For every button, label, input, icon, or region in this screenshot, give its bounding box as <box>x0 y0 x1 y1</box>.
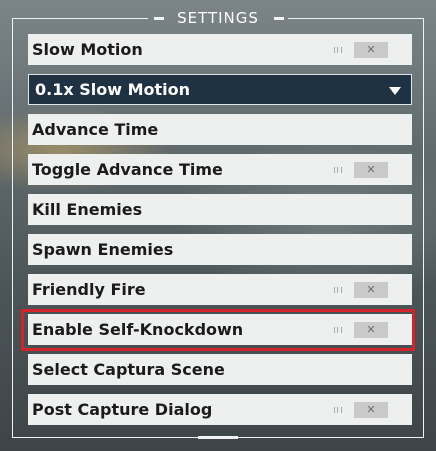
close-icon: ✕ <box>366 43 376 56</box>
slow-motion-dropdown[interactable]: 0.1x Slow Motion <box>28 74 412 105</box>
setting-spawn-enemies[interactable]: Spawn Enemies <box>28 234 412 265</box>
toggle-on-segment[interactable] <box>322 282 354 298</box>
setting-label: Toggle Advance Time <box>32 160 223 179</box>
toggle-on-segment[interactable] <box>322 322 354 338</box>
setting-label: Advance Time <box>32 120 159 139</box>
toggle-on-icon <box>334 327 342 333</box>
setting-slow-motion[interactable]: Slow Motion ✕ <box>28 34 412 65</box>
toggle-on-segment[interactable] <box>322 42 354 58</box>
close-icon: ✕ <box>366 323 376 336</box>
setting-label: Slow Motion <box>32 40 143 59</box>
frame-left-line <box>12 18 13 438</box>
chevron-down-icon[interactable] <box>389 87 401 95</box>
close-icon: ✕ <box>366 163 376 176</box>
toggle-off-segment[interactable]: ✕ <box>354 402 388 418</box>
toggle-off-segment[interactable]: ✕ <box>354 282 388 298</box>
toggle-on-icon <box>334 47 342 53</box>
setting-toggle-advance-time[interactable]: Toggle Advance Time ✕ <box>28 154 412 185</box>
toggle-on-icon <box>334 407 342 413</box>
frame-right-line <box>423 18 424 438</box>
toggle-advance-time-toggle[interactable]: ✕ <box>322 162 388 178</box>
setting-label: Enable Self-Knockdown <box>32 320 244 339</box>
friendly-fire-toggle[interactable]: ✕ <box>322 282 388 298</box>
setting-label: Post Capture Dialog <box>32 400 213 419</box>
close-icon: ✕ <box>366 403 376 416</box>
enable-self-knockdown-toggle[interactable]: ✕ <box>322 322 388 338</box>
setting-label: Kill Enemies <box>32 200 143 219</box>
setting-friendly-fire[interactable]: Friendly Fire ✕ <box>28 274 412 305</box>
setting-label: Spawn Enemies <box>32 240 174 259</box>
toggle-off-segment[interactable]: ✕ <box>354 42 388 58</box>
toggle-on-segment[interactable] <box>322 402 354 418</box>
close-icon: ✕ <box>366 283 376 296</box>
setting-label: Friendly Fire <box>32 280 146 299</box>
settings-list: Slow Motion ✕ 0.1x Slow Motion Advance T… <box>28 34 412 434</box>
setting-post-capture-dialog[interactable]: Post Capture Dialog ✕ <box>28 394 412 425</box>
frame-bottom-tick <box>198 436 238 439</box>
dropdown-selected-value: 0.1x Slow Motion <box>35 80 191 99</box>
setting-advance-time[interactable]: Advance Time <box>28 114 412 145</box>
toggle-on-segment[interactable] <box>322 162 354 178</box>
post-capture-dialog-toggle[interactable]: ✕ <box>322 402 388 418</box>
toggle-on-icon <box>334 167 342 173</box>
setting-select-captura-scene[interactable]: Select Captura Scene <box>28 354 412 385</box>
toggle-off-segment[interactable]: ✕ <box>354 322 388 338</box>
settings-title: SETTINGS <box>177 9 259 27</box>
setting-label: Select Captura Scene <box>32 360 225 379</box>
slow-motion-toggle[interactable]: ✕ <box>322 42 388 58</box>
setting-kill-enemies[interactable]: Kill Enemies <box>28 194 412 225</box>
setting-enable-self-knockdown[interactable]: Enable Self-Knockdown ✕ <box>28 314 412 345</box>
toggle-off-segment[interactable]: ✕ <box>354 162 388 178</box>
toggle-on-icon <box>334 287 342 293</box>
